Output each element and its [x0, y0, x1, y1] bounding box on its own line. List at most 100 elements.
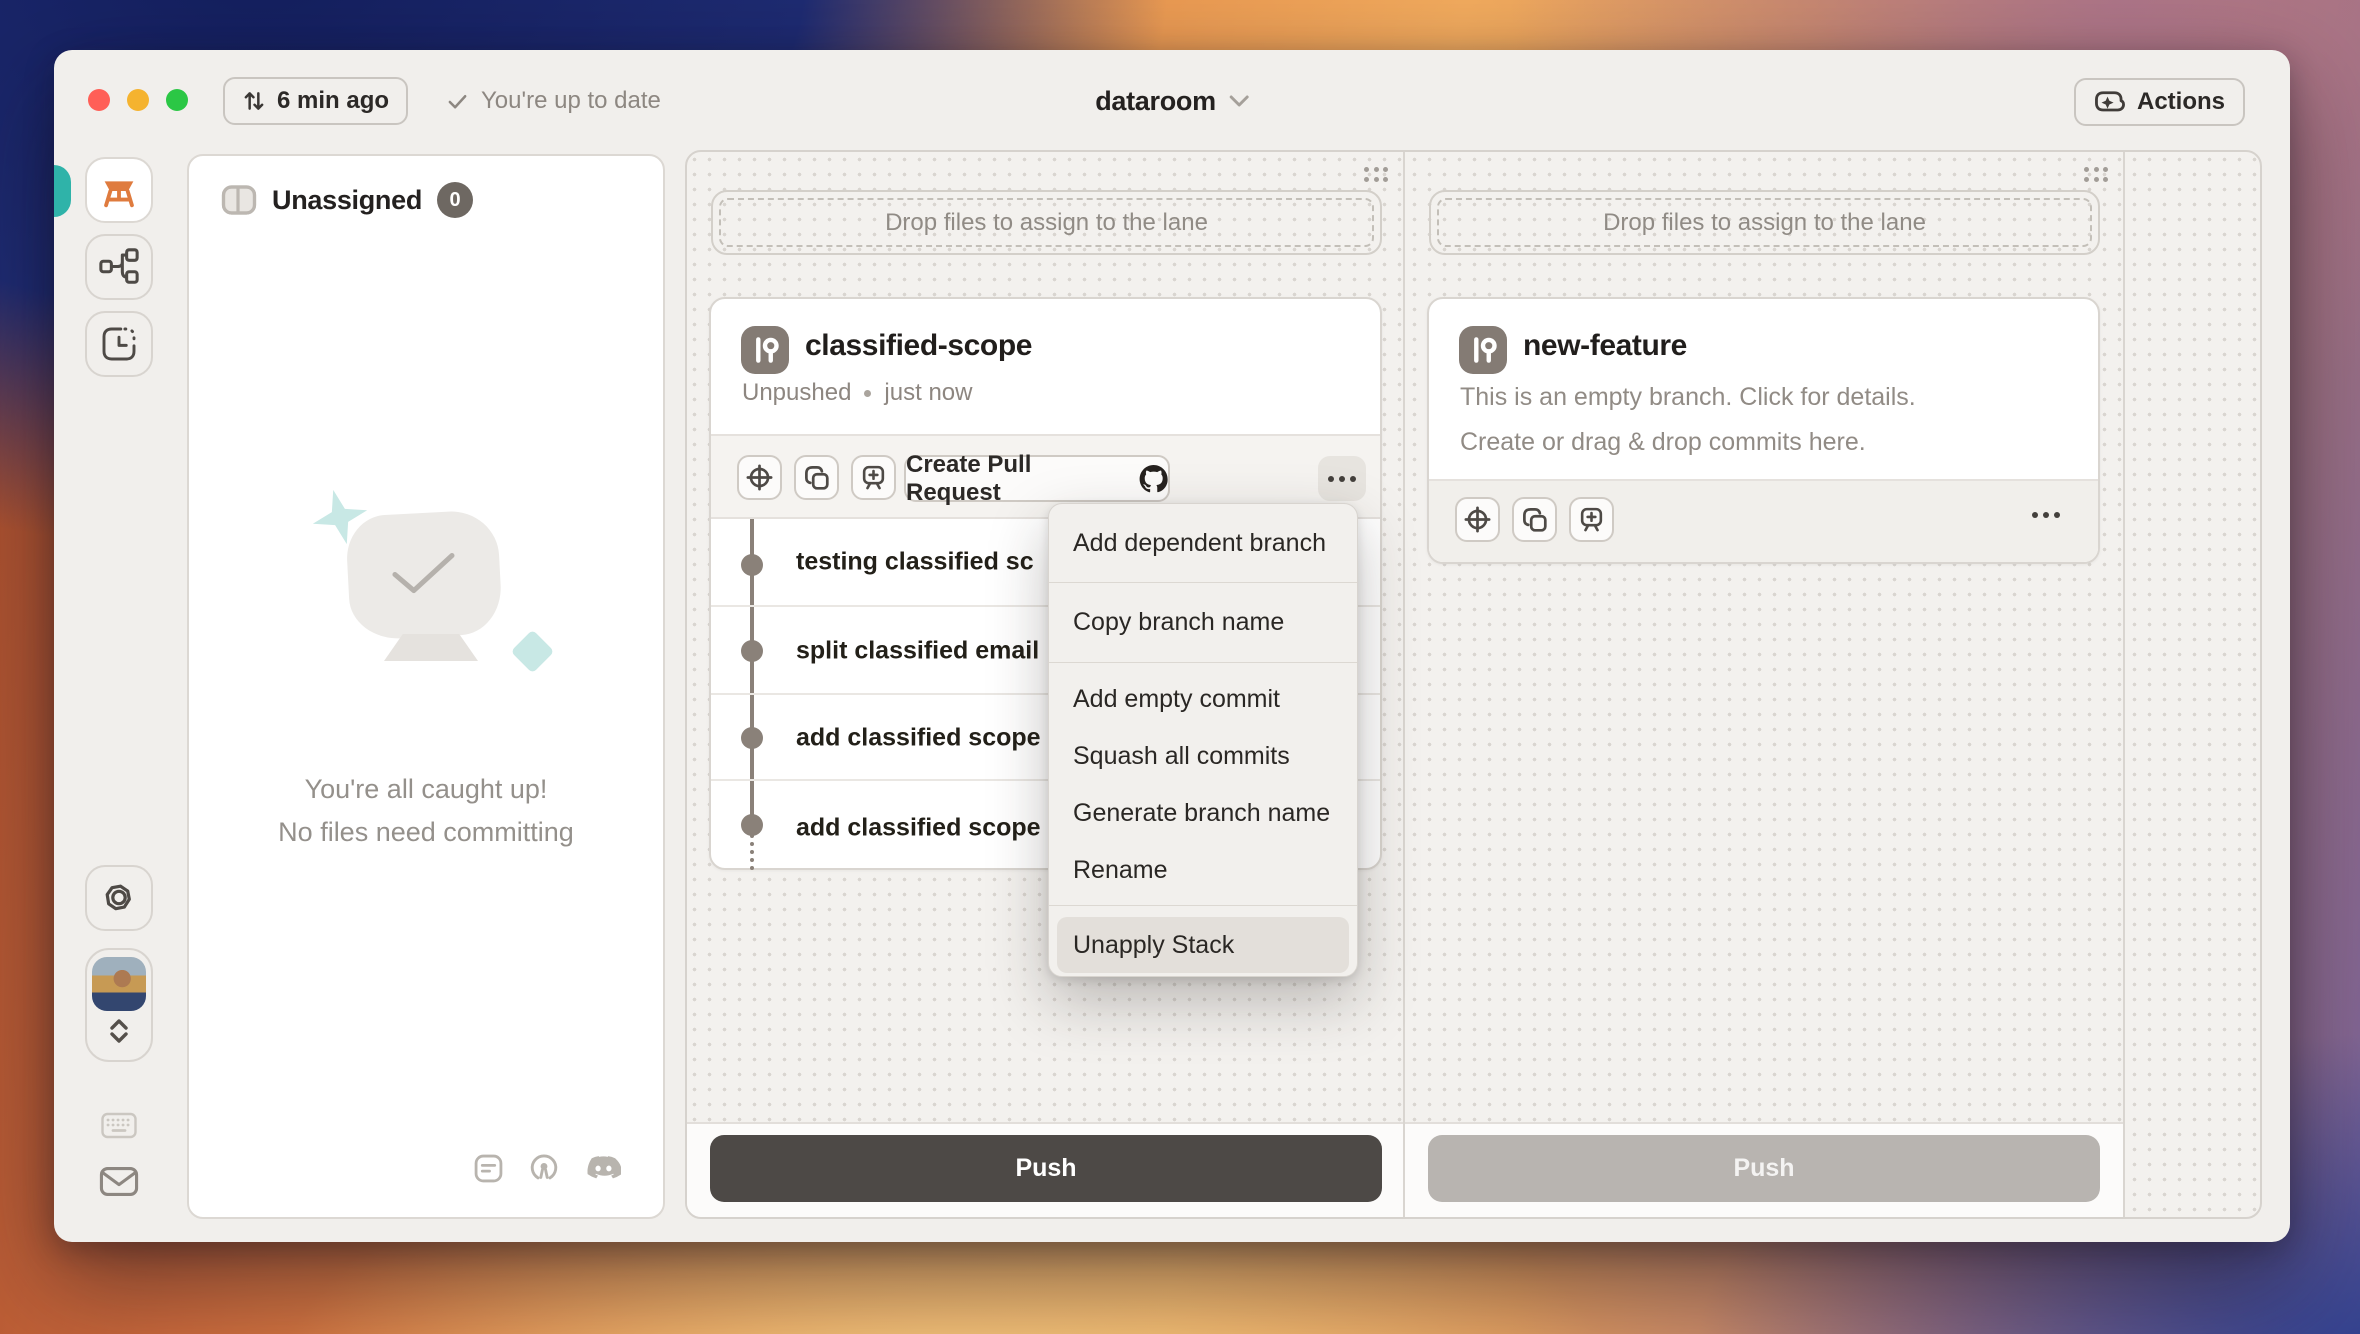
open-source-icon[interactable] — [529, 1153, 559, 1183]
branch-status: Unpushed just now — [742, 379, 972, 407]
menu-divider — [1049, 905, 1357, 906]
traffic-lights — [88, 89, 188, 111]
sparkle-box-icon — [2094, 87, 2126, 117]
checkmark-icon — [386, 551, 462, 599]
account-switcher[interactable] — [85, 948, 153, 1062]
unassigned-panel: Unassigned 0 You're all caught up! No fi… — [187, 154, 665, 1219]
workspace-lanes: Drop files to assign to the lane classif… — [685, 150, 2262, 1219]
avatar — [92, 957, 146, 1011]
new-commit-button[interactable] — [851, 455, 896, 500]
branch-name: new-feature — [1523, 329, 1687, 363]
lane-drag-handle[interactable] — [1364, 167, 1390, 184]
close-button[interactable] — [88, 89, 110, 111]
chevron-down-icon — [1229, 95, 1249, 107]
diamond-shape — [511, 630, 555, 674]
copy-button[interactable] — [1512, 497, 1557, 542]
settings-button[interactable] — [85, 865, 153, 931]
sidebar-item-branches[interactable] — [85, 234, 153, 300]
unassigned-header: Unassigned 0 — [221, 182, 473, 218]
project-name: dataroom — [1095, 86, 1216, 117]
menu-item-copy-branch-name[interactable]: Copy branch name — [1049, 583, 1357, 662]
push-status-label: Unpushed — [742, 379, 851, 407]
drop-zone-label: Drop files to assign to the lane — [1603, 209, 1926, 237]
branch-action-row — [1429, 479, 2098, 562]
drop-zone-label: Drop files to assign to the lane — [885, 209, 1208, 237]
keyboard-icon — [101, 1112, 137, 1139]
mail-icon — [99, 1166, 139, 1197]
copy-icon — [804, 465, 830, 491]
push-button-disabled[interactable]: Push — [1428, 1135, 2100, 1202]
branches-icon — [98, 246, 140, 288]
lane-new-feature: Drop files to assign to the lane new-fea… — [1405, 152, 2125, 1219]
new-commit-button[interactable] — [1569, 497, 1614, 542]
target-plus-icon — [1464, 506, 1491, 533]
sync-status: You're up to date — [446, 77, 661, 125]
sidebar-item-workspace[interactable] — [85, 157, 153, 223]
chevron-sort-icon — [107, 1016, 131, 1046]
commit-dot — [741, 814, 763, 836]
menu-item-squash-all-commits[interactable]: Squash all commits — [1049, 728, 1357, 785]
empty-state-title: You're all caught up! — [189, 774, 663, 805]
branch-card-new-feature[interactable]: new-feature This is an empty branch. Cli… — [1427, 297, 2100, 564]
split-view-icon — [221, 184, 257, 216]
branch-name: classified-scope — [805, 329, 1032, 363]
commit-dot — [741, 727, 763, 749]
keyboard-shortcuts-button[interactable] — [101, 1112, 137, 1139]
box-plus-icon — [1578, 506, 1605, 533]
empty-branch-line2: Create or drag & drop commits here. — [1460, 428, 1866, 457]
sync-arrows-icon — [241, 88, 267, 114]
gear-icon — [99, 878, 139, 918]
lane-drag-handle[interactable] — [2084, 167, 2110, 184]
copy-button[interactable] — [794, 455, 839, 500]
dot-separator — [864, 390, 871, 397]
create-pull-request-button[interactable]: Create Pull Request — [904, 455, 1170, 502]
caught-up-illustration — [345, 509, 503, 641]
branch-more-options-button[interactable] — [2032, 512, 2060, 518]
menu-item-add-dependent-branch[interactable]: Add dependent branch — [1049, 504, 1357, 582]
menu-item-add-empty-commit[interactable]: Add empty commit — [1049, 671, 1357, 728]
menu-item-generate-branch-name[interactable]: Generate branch name — [1049, 785, 1357, 842]
push-bar: Push — [1405, 1122, 2123, 1219]
target-plus-icon — [746, 464, 773, 491]
menu-item-unapply-stack[interactable]: Unapply Stack — [1057, 917, 1349, 973]
commit-target-button[interactable] — [1455, 497, 1500, 542]
sidebar-item-history[interactable] — [85, 311, 153, 377]
changelog-icon[interactable] — [474, 1154, 503, 1183]
commit-dot — [741, 554, 763, 576]
discord-icon[interactable] — [585, 1155, 621, 1182]
branch-chip-icon — [741, 326, 789, 374]
commit-dot — [741, 640, 763, 662]
drop-zone[interactable]: Drop files to assign to the lane — [711, 190, 1382, 255]
branch-more-options-button[interactable] — [1318, 456, 1366, 501]
push-button[interactable]: Push — [710, 1135, 1382, 1202]
empty-branch-line1: This is an empty branch. Click for detai… — [1460, 383, 1916, 412]
project-switcher[interactable]: dataroom — [1095, 77, 1249, 125]
history-clock-icon — [99, 324, 139, 364]
gitbutler-logo-icon — [96, 167, 142, 213]
actions-button[interactable]: Actions — [2074, 78, 2245, 126]
update-indicator — [54, 165, 71, 217]
time-label: just now — [884, 379, 972, 407]
create-pr-label: Create Pull Request — [906, 451, 1127, 507]
app-window: 6 min ago You're up to date dataroom Act… — [54, 50, 2290, 1242]
commit-message: add classified scope — [796, 724, 1041, 753]
github-icon — [1139, 464, 1168, 494]
commit-target-button[interactable] — [737, 455, 782, 500]
check-icon — [446, 90, 469, 113]
commit-message: add classified scope — [796, 813, 1041, 842]
zoom-button[interactable] — [166, 89, 188, 111]
fetch-sync-button[interactable]: 6 min ago — [223, 77, 408, 125]
up-to-date-label: You're up to date — [481, 87, 661, 115]
desktop: { "topbar": { "sync_time": "6 min ago", … — [0, 0, 2360, 1334]
menu-item-rename[interactable]: Rename — [1049, 842, 1357, 899]
empty-state-subtitle: No files need committing — [189, 817, 663, 848]
push-bar: Push — [687, 1122, 1403, 1219]
feedback-button[interactable] — [99, 1166, 139, 1197]
unassigned-count-badge: 0 — [437, 182, 473, 218]
last-sync-label: 6 min ago — [277, 87, 389, 115]
drop-zone[interactable]: Drop files to assign to the lane — [1429, 190, 2100, 255]
panel-footer-links — [474, 1153, 621, 1183]
minimize-button[interactable] — [127, 89, 149, 111]
unassigned-title: Unassigned — [272, 185, 422, 216]
commit-message: testing classified sc — [796, 548, 1034, 577]
